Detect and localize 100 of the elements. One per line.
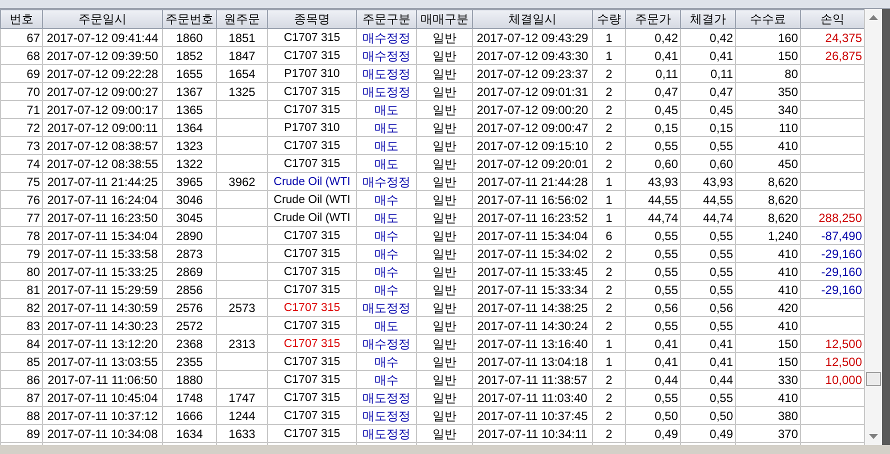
- column-header[interactable]: 수수료: [736, 10, 800, 28]
- row-number: 71: [26, 102, 40, 116]
- symbol-cell: Crude Oil (WTI: [274, 212, 350, 224]
- row-number: 84: [26, 336, 40, 350]
- order-type-cell: 매수정정: [362, 336, 410, 350]
- symbol-cell: C1707 315: [284, 230, 340, 242]
- profit-cell: -29,160: [821, 246, 862, 260]
- row-number: 73: [26, 138, 40, 152]
- fill-time-cell: 2017-07-11 15:33:45: [477, 264, 588, 278]
- symbol-cell: C1707 315: [284, 320, 340, 332]
- fill-time-cell: 2017-07-11 21:44:28: [477, 174, 588, 188]
- trade-type-cell: 일반: [432, 138, 456, 152]
- fee-cell: 450: [778, 156, 798, 170]
- symbol-cell: C1707 315: [284, 302, 340, 314]
- fee-cell: 340: [778, 102, 798, 116]
- symbol-cell: C1707 315: [284, 248, 340, 260]
- scrollbar[interactable]: [864, 9, 882, 445]
- symbol-cell: C1707 315: [284, 140, 340, 152]
- order-type-cell: 매수정정: [362, 48, 410, 62]
- row-number: 88: [26, 408, 40, 422]
- column-header[interactable]: 주문번호: [162, 10, 216, 28]
- order-time-cell: 2017-07-12 09:00:17: [46, 102, 158, 116]
- fill-price-cell: 44,74: [702, 210, 733, 224]
- order-price-cell: 0,60: [654, 156, 678, 170]
- row-number: 81: [26, 282, 40, 296]
- fill-price-cell: 0,42: [710, 30, 733, 44]
- order-price-cell: 0,15: [654, 120, 678, 134]
- scroll-thumb[interactable]: [866, 372, 881, 386]
- fill-time-cell: 2017-07-11 16:23:52: [477, 210, 588, 224]
- order-type-cell: 매수: [374, 228, 398, 242]
- column-header[interactable]: 종목명: [268, 10, 356, 28]
- fill-price-cell: 0,55: [710, 246, 733, 260]
- symbol-cell: C1707 315: [284, 50, 340, 62]
- order-price-cell: 0,47: [654, 84, 678, 98]
- fill-time-cell: 2017-07-11 16:56:02: [477, 192, 588, 206]
- row-number: 89: [26, 426, 40, 440]
- fill-price-cell: 0,55: [710, 282, 733, 296]
- column-header[interactable]: 체결가: [680, 10, 736, 28]
- quantity-cell: 2: [606, 120, 612, 134]
- row-number: 74: [26, 156, 40, 170]
- fill-time-cell: 2017-07-12 09:43:29: [476, 30, 588, 44]
- order-time-cell: 2017-07-11 15:33:58: [47, 246, 158, 260]
- row-number: 85: [26, 354, 40, 368]
- profit-cell: 12,500: [825, 336, 862, 350]
- quantity-cell: 2: [606, 66, 612, 80]
- quantity-cell: 2: [606, 426, 612, 440]
- order-price-cell: 0,45: [654, 102, 678, 116]
- trade-type-cell: 일반: [432, 246, 456, 260]
- trade-type-cell: 일반: [432, 192, 456, 206]
- order-number-cell: 3045: [176, 210, 203, 224]
- order-time-cell: 2017-07-12 09:22:28: [46, 66, 158, 80]
- column-header[interactable]: 주문일시: [42, 10, 162, 28]
- fill-time-cell: 2017-07-12 09:00:47: [476, 120, 588, 134]
- trade-type-cell: 일반: [432, 318, 456, 332]
- order-time-cell: 2017-07-11 15:29:59: [47, 282, 158, 296]
- fee-cell: 8,620: [768, 174, 798, 188]
- column-header[interactable]: 수량: [592, 10, 626, 28]
- column-header[interactable]: 원주문: [216, 10, 268, 28]
- fill-price-cell: 44,55: [702, 192, 733, 206]
- order-price-cell: 0,55: [654, 390, 678, 404]
- scroll-up-icon[interactable]: [869, 15, 878, 20]
- symbol-cell: C1707 315: [284, 410, 340, 422]
- fee-cell: 110: [778, 120, 798, 134]
- column-header[interactable]: 매매구분: [416, 10, 472, 28]
- trade-type-cell: 일반: [432, 354, 456, 368]
- order-number-cell: 1367: [176, 84, 203, 98]
- fill-time-cell: 2017-07-12 09:23:37: [476, 66, 588, 80]
- row-number: 79: [26, 246, 40, 260]
- column-header[interactable]: 손익: [800, 10, 864, 28]
- profit-cell: 24,375: [825, 30, 862, 44]
- trade-type-cell: 일반: [432, 390, 456, 404]
- symbol-cell: C1707 315: [284, 158, 340, 170]
- row-number: 76: [26, 192, 40, 206]
- trade-type-cell: 일반: [432, 66, 456, 80]
- row-number: 67: [26, 30, 40, 44]
- fill-time-cell: 2017-07-11 13:04:18: [477, 354, 588, 368]
- row-number: 78: [26, 228, 40, 242]
- original-order-cell: 1851: [228, 30, 256, 44]
- fill-time-cell: 2017-07-12 09:15:10: [476, 138, 588, 152]
- fill-time-cell: 2017-07-12 09:01:31: [476, 84, 588, 98]
- fill-price-cell: 0,60: [710, 156, 733, 170]
- column-header[interactable]: 주문구분: [356, 10, 416, 28]
- column-header[interactable]: 주문가: [626, 10, 680, 28]
- order-number-cell: 1323: [176, 138, 203, 152]
- order-time-cell: 2017-07-11 14:30:59: [47, 300, 158, 314]
- column-header[interactable]: 체결일시: [472, 10, 592, 28]
- original-order-cell: 2573: [228, 300, 256, 314]
- order-number-cell: 1748: [176, 390, 203, 404]
- order-type-cell: 매도정정: [362, 66, 410, 80]
- order-time-cell: 2017-07-11 10:37:12: [47, 408, 158, 422]
- order-number-cell: 2355: [176, 354, 203, 368]
- column-header[interactable]: 번호: [0, 10, 42, 28]
- original-order-cell: 1244: [228, 408, 256, 422]
- order-price-cell: 0,55: [654, 138, 678, 152]
- scroll-down-icon[interactable]: [869, 434, 878, 439]
- trade-type-cell: 일반: [432, 120, 456, 134]
- row-number: 80: [26, 264, 40, 278]
- quantity-cell: 2: [606, 390, 612, 404]
- order-number-cell: 2873: [176, 246, 203, 260]
- fill-price-cell: 0,55: [710, 228, 733, 242]
